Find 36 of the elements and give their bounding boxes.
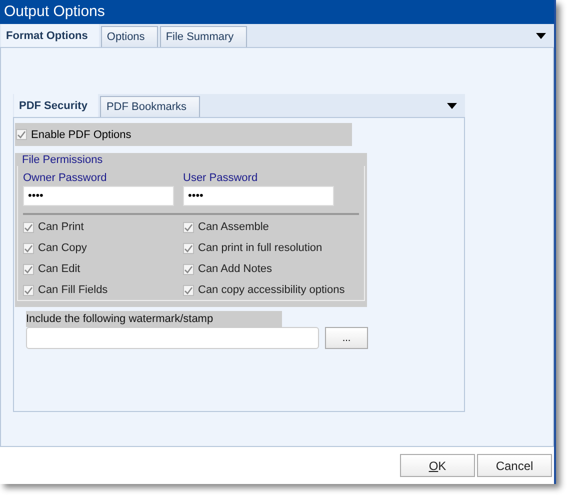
dropdown-arrow-icon[interactable] [536,33,546,39]
checkbox-label: Can Copy [38,242,87,254]
checkbox[interactable] [183,242,194,254]
checkbox-label: Can Add Notes [198,263,272,275]
password-field[interactable]: •••• [183,186,334,206]
browse-button[interactable]: ... [325,327,368,349]
checkbox-label: Can Edit [38,263,80,275]
watermark-field[interactable] [26,327,319,349]
checkbox[interactable] [183,284,194,296]
field-label: Include the following watermark/stamp [26,311,282,327]
window-title: Output Options [0,0,554,24]
field-label: Owner Password [23,172,108,184]
group-title: File Permissions [21,153,104,166]
password-field[interactable]: •••• [23,186,174,206]
checkbox[interactable] [23,242,34,254]
checkbox[interactable] [183,264,194,274]
tab[interactable]: Format Options [1,24,99,47]
checkbox-label: Can Print [38,221,84,233]
dialog-button[interactable]: OK [400,454,475,477]
checkbox[interactable] [183,222,194,232]
field-label: User Password [183,172,259,184]
checkbox-label: Enable PDF Options [31,128,132,140]
checkbox[interactable] [23,264,34,274]
dropdown-arrow-icon[interactable] [447,103,457,109]
tab[interactable]: Options [100,26,158,47]
checkbox-label: Can Assemble [198,221,269,233]
checkbox[interactable] [23,222,34,232]
tab[interactable]: PDF Security [14,94,98,117]
checkbox-label: Can Fill Fields [38,284,108,296]
dialog-button[interactable]: Cancel [477,454,552,477]
tab[interactable]: PDF Bookmarks [100,96,200,117]
checkbox[interactable] [16,129,27,140]
checkbox[interactable] [23,284,34,296]
checkbox-label: Can copy accessibility options [198,284,345,296]
checkbox-label: Can print in full resolution [198,242,322,254]
tab[interactable]: File Summary [160,26,247,47]
